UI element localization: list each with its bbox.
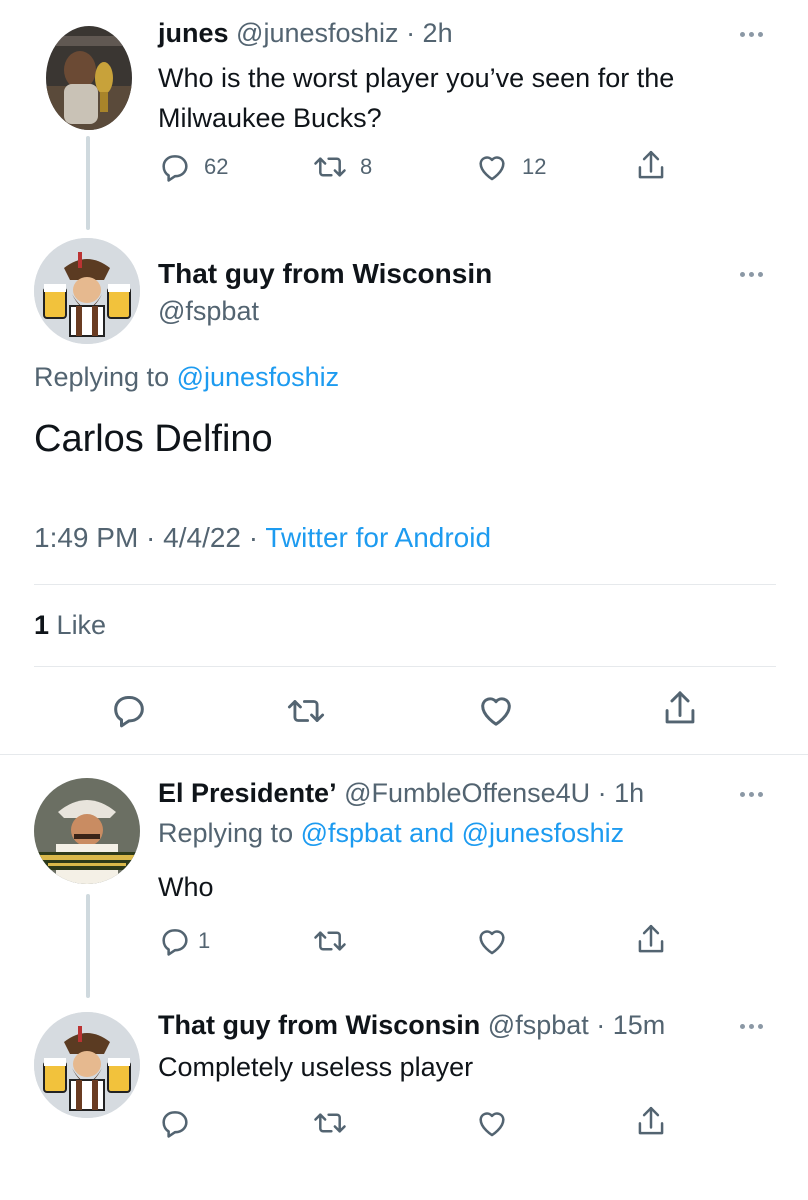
thread-line <box>86 894 90 998</box>
replying-to: Replying to @fspbat and @junesfoshiz <box>158 818 624 849</box>
author-name[interactable]: El Presidente’ <box>158 778 337 808</box>
reply-button[interactable]: 62 <box>158 150 228 184</box>
more-options-icon[interactable] <box>740 32 763 37</box>
avatar-image <box>34 778 140 884</box>
more-options-icon[interactable] <box>740 792 763 797</box>
retweet-count: 8 <box>360 154 373 179</box>
share-button[interactable] <box>634 922 668 958</box>
retweet-button[interactable] <box>312 924 348 958</box>
like-button[interactable] <box>474 924 510 958</box>
avatar-elpresidente[interactable] <box>34 778 140 884</box>
reply2-header: That guy from Wisconsin @fspbat · 15m <box>158 1010 665 1041</box>
reply-count: 1 <box>198 928 211 953</box>
divider <box>0 754 808 755</box>
retweet-icon <box>314 1113 346 1133</box>
retweet-button[interactable]: 8 <box>312 150 372 184</box>
tweet1-text: Who is the worst player you’ve seen for … <box>158 58 674 138</box>
share-button[interactable] <box>634 1104 668 1140</box>
likes-label: Like <box>56 610 107 640</box>
retweet-button[interactable] <box>284 692 328 730</box>
likes-summary[interactable]: 1 Like <box>34 610 106 641</box>
like-icon <box>481 697 511 726</box>
tweet-text: Completely useless player <box>158 1052 474 1082</box>
tweet-time[interactable]: · 15m <box>596 1010 665 1040</box>
retweet-icon <box>287 700 325 722</box>
reply-icon <box>114 696 144 728</box>
retweet-icon <box>314 157 346 177</box>
source-link[interactable]: Twitter for Android <box>265 522 491 553</box>
share-icon <box>638 924 664 953</box>
like-icon <box>479 1112 505 1137</box>
retweet-icon <box>314 931 346 951</box>
author-handle[interactable]: @fspbat <box>158 296 259 327</box>
like-icon <box>479 930 505 955</box>
share-button[interactable] <box>660 688 700 730</box>
likes-count: 1 <box>34 610 50 640</box>
replying-to-link[interactable]: @fspbat and @junesfoshiz <box>301 818 625 848</box>
reply-button[interactable] <box>158 1106 192 1140</box>
like-button[interactable] <box>474 690 518 730</box>
retweet-button[interactable] <box>312 1106 348 1140</box>
tweet-text: Who <box>158 872 214 902</box>
like-button[interactable] <box>474 1106 510 1140</box>
author-name[interactable]: That guy from Wisconsin <box>158 258 492 290</box>
author-handle[interactable]: @junesfoshiz <box>236 18 399 48</box>
avatar-image <box>34 1012 140 1118</box>
thread-line <box>86 136 90 230</box>
avatar-image <box>34 238 140 344</box>
replying-prefix: Replying to <box>34 362 170 392</box>
tweet-text-line: Milwaukee Bucks? <box>158 103 382 133</box>
reply-icon <box>162 929 188 956</box>
like-button[interactable]: 12 <box>474 150 546 184</box>
author-name[interactable]: That guy from Wisconsin <box>158 1010 480 1040</box>
more-options-icon[interactable] <box>740 1024 763 1029</box>
reply1-header: El Presidente’ @FumbleOffense4U · 1h <box>158 778 644 809</box>
avatar-fspbat[interactable] <box>34 1012 140 1118</box>
author-handle[interactable]: @fspbat <box>488 1010 589 1040</box>
share-icon <box>638 150 664 179</box>
avatar-image <box>46 26 132 130</box>
tweet-text-line: Who is the worst player you’ve seen for … <box>158 63 675 93</box>
tweet-text: Carlos Delfino <box>34 418 273 460</box>
divider <box>34 666 776 667</box>
reply-count: 62 <box>204 154 229 179</box>
replying-to: Replying to @junesfoshiz <box>34 362 339 393</box>
reply-icon <box>162 1111 188 1138</box>
avatar-fspbat[interactable] <box>34 238 140 344</box>
share-icon <box>638 1106 664 1135</box>
like-icon <box>479 156 505 181</box>
like-count: 12 <box>522 154 547 179</box>
divider <box>34 584 776 585</box>
tweet1-header: junes @junesfoshiz · 2h <box>158 18 453 49</box>
author-name[interactable]: junes <box>158 18 229 48</box>
tweet-time[interactable]: · 2h <box>406 18 453 48</box>
avatar-junes[interactable] <box>46 26 132 130</box>
share-icon <box>665 691 695 724</box>
share-button[interactable] <box>634 148 668 184</box>
reply-icon <box>162 155 188 182</box>
replying-to-link[interactable]: @junesfoshiz <box>177 362 340 392</box>
reply-button[interactable]: 1 <box>158 924 210 958</box>
replying-prefix: Replying to <box>158 818 294 848</box>
more-options-icon[interactable] <box>740 272 763 277</box>
reply-button[interactable] <box>108 690 150 730</box>
timestamp[interactable]: 1:49 PM · 4/4/22 · <box>34 522 258 553</box>
tweet-time[interactable]: · 1h <box>598 778 645 808</box>
tweet-meta: 1:49 PM · 4/4/22 · Twitter for Android <box>34 522 491 554</box>
author-handle[interactable]: @FumbleOffense4U <box>344 778 590 808</box>
